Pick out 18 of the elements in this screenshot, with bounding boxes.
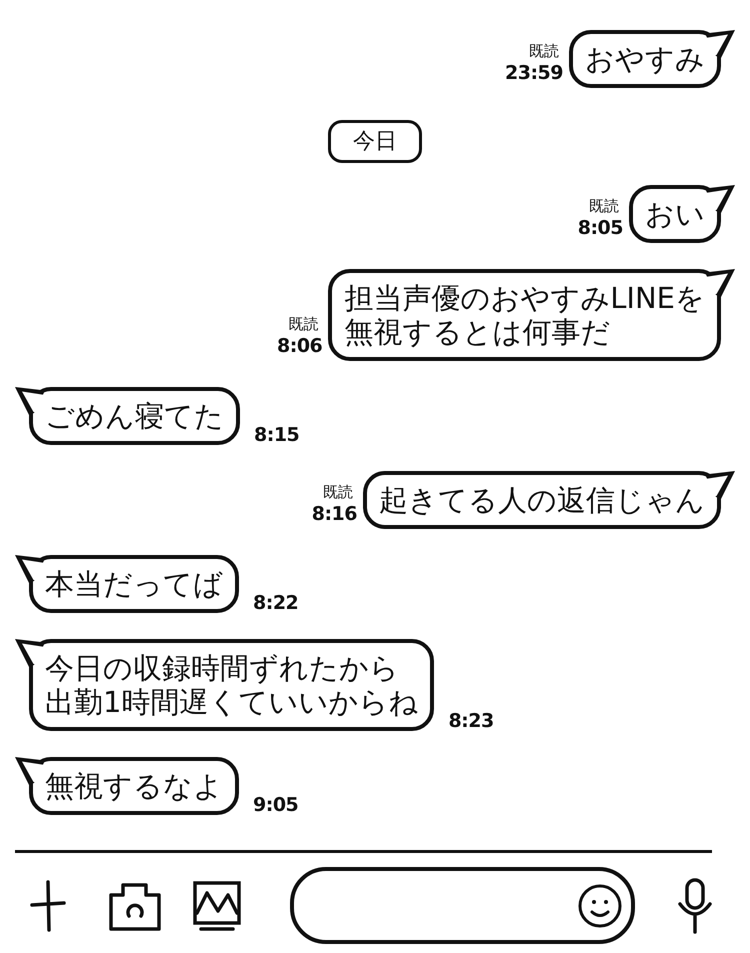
read-receipt: 既読 (529, 41, 559, 61)
message-time: 8:23 (448, 709, 494, 733)
message-time: 9:05 (253, 793, 298, 817)
read-receipt: 既読 (589, 196, 619, 216)
message-time: 23:59 (505, 61, 563, 85)
picture-icon[interactable] (192, 880, 242, 932)
message-time: 8:16 (312, 502, 357, 526)
message-input-field[interactable] (290, 867, 635, 944)
date-separator: 今日 (328, 120, 422, 163)
microphone-icon[interactable] (677, 878, 713, 934)
message-time: 8:15 (254, 423, 300, 447)
message-time: 8:06 (277, 334, 322, 358)
smiley-icon[interactable] (577, 882, 623, 928)
message-time: 8:05 (578, 216, 623, 240)
read-receipt: 既読 (323, 482, 353, 502)
plus-icon[interactable] (30, 880, 66, 932)
message-time: 8:22 (253, 591, 298, 615)
read-receipt: 既読 (288, 314, 318, 334)
